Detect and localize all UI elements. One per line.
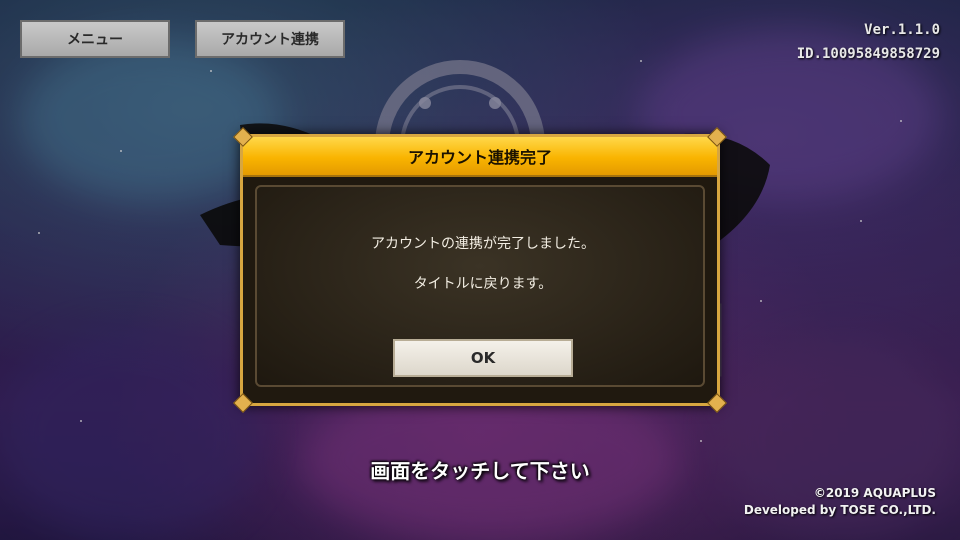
dialog-title: アカウント連携完了 [243,137,717,177]
menu-button[interactable]: メニュー [20,20,170,58]
copyright-text: ©2019 AQUAPLUS [813,486,936,500]
touch-screen-prompt[interactable]: 画面をタッチして下さい [0,455,960,484]
dialog-message-line2: タイトルに戻ります。 [413,276,553,292]
account-link-complete-dialog: アカウント連携完了 アカウントの連携が完了しました。 タイトルに戻ります。 OK [233,127,727,413]
ok-button[interactable]: OK [393,339,573,377]
dialog-message-line1: アカウントの連携が完了しました。 [371,236,595,252]
user-id-label: ID.10095849858729 [796,46,940,62]
developer-credit: Developed by TOSE CO.,LTD. [743,503,936,517]
account-link-button[interactable]: アカウント連携 [195,20,345,58]
version-label: Ver.1.1.0 [864,22,940,38]
